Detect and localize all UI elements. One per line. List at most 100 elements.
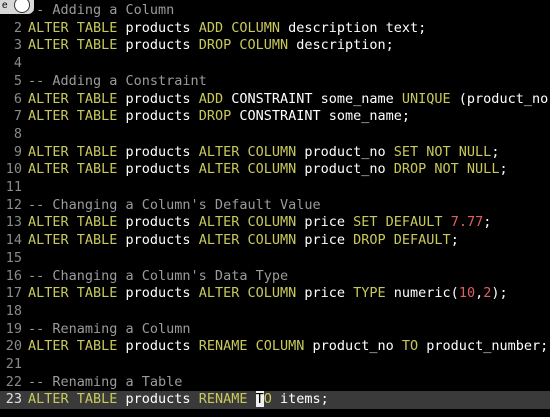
code-token-text: products bbox=[117, 108, 199, 125]
code-line[interactable]: 23 ALTER TABLE products RENAME TO items; bbox=[0, 391, 550, 410]
line-number: 17 bbox=[5, 285, 22, 302]
line-number: 3 bbox=[13, 37, 22, 54]
code-line[interactable]: 10 ALTER TABLE products ALTER COLUMN prod… bbox=[0, 161, 550, 179]
code-token-text: products bbox=[117, 214, 199, 231]
line-number: 9 bbox=[13, 143, 22, 160]
code-token-text: products bbox=[117, 90, 199, 107]
code-token-keyword: ALTER TABLE bbox=[28, 108, 118, 125]
code-line[interactable]: 20 ALTER TABLE products RENAME COLUMN pro… bbox=[0, 338, 550, 356]
code-line[interactable]: 17 ALTER TABLE products ALTER COLUMN pric… bbox=[0, 285, 550, 303]
code-token-keyword: RENAME COLUMN bbox=[198, 338, 305, 355]
line-number: 6 bbox=[13, 90, 22, 107]
code-line[interactable]: 2 ALTER TABLE products ADD COLUMN descrip… bbox=[0, 20, 550, 38]
code-token-text: product_no bbox=[304, 338, 402, 355]
code-token-keyword: ALTER TABLE bbox=[28, 338, 118, 355]
code-token-text: price bbox=[296, 232, 354, 249]
code-token-keyword: ALTER TABLE bbox=[28, 214, 118, 231]
code-token-text: products bbox=[117, 338, 199, 355]
code-line[interactable]: 5 -- Adding a Constraint bbox=[0, 73, 550, 91]
code-token-text: product_no bbox=[296, 143, 394, 160]
code-token-keyword: DROP NOT NULL bbox=[393, 161, 500, 178]
code-token-comment: -- Renaming a Column bbox=[28, 320, 191, 337]
code-line[interactable]: 1-- Adding a Column bbox=[0, 2, 550, 20]
code-token-keyword: O bbox=[263, 391, 272, 408]
code-token-text: products bbox=[117, 391, 199, 408]
code-token-comment: -- Adding a Constraint bbox=[28, 72, 207, 89]
code-token-keyword: ADD COLUMN bbox=[198, 19, 280, 36]
line-number: 15 bbox=[5, 249, 22, 266]
code-token-comment: -- Changing a Column's Default Value bbox=[28, 196, 321, 213]
code-token-keyword: ADD bbox=[198, 90, 224, 107]
code-token-text: items; bbox=[271, 391, 329, 408]
line-number: 4 bbox=[13, 55, 22, 72]
code-token-text: product_number; bbox=[418, 338, 549, 355]
code-token-number: 10 bbox=[458, 285, 476, 302]
code-token-text: description; bbox=[288, 37, 394, 54]
line-number: 20 bbox=[5, 338, 22, 355]
line-number: 5 bbox=[13, 72, 22, 89]
code-token-keyword: ALTER TABLE bbox=[28, 391, 118, 408]
code-line[interactable]: 12 -- Changing a Column's Default Value bbox=[0, 197, 550, 215]
code-token-text: ; bbox=[499, 161, 508, 178]
code-token-text: products bbox=[117, 232, 199, 249]
code-token-keyword: SET DEFAULT bbox=[353, 214, 443, 231]
code-line[interactable]: 21 bbox=[0, 356, 550, 374]
code-token-keyword: ALTER COLUMN bbox=[198, 285, 297, 302]
code-line[interactable]: 18 bbox=[0, 303, 550, 321]
code-token-text: , bbox=[475, 285, 484, 302]
code-line[interactable]: 11 bbox=[0, 179, 550, 197]
code-token-keyword: DROP bbox=[198, 108, 232, 125]
code-token-keyword: TO bbox=[401, 338, 419, 355]
code-line[interactable]: 19 -- Renaming a Column bbox=[0, 321, 550, 339]
code-token-text: CONSTRAINT some_name; bbox=[231, 108, 411, 125]
code-token-text: numeric( bbox=[385, 285, 459, 302]
line-number: 8 bbox=[13, 125, 22, 142]
code-token-keyword: RENAME bbox=[198, 391, 248, 408]
code-line[interactable]: 15 bbox=[0, 250, 550, 268]
corner-label: e bbox=[2, 0, 8, 11]
code-token-text: products bbox=[117, 161, 199, 178]
line-number: 14 bbox=[5, 232, 22, 249]
line-number: 12 bbox=[5, 196, 22, 213]
line-number: 22 bbox=[5, 373, 22, 390]
code-line[interactable]: 16 -- Changing a Column's Data Type bbox=[0, 268, 550, 286]
code-token-keyword: SET NOT NULL bbox=[393, 143, 492, 160]
line-number: 19 bbox=[5, 320, 22, 337]
code-token-text: (product_no); bbox=[458, 90, 550, 107]
line-number: 11 bbox=[5, 179, 22, 195]
code-line[interactable]: 4 bbox=[0, 55, 550, 73]
code-token-text: products bbox=[117, 143, 199, 160]
code-line[interactable]: 3 ALTER TABLE products DROP COLUMN descri… bbox=[0, 37, 550, 55]
code-editor[interactable]: 1-- Adding a Column2 ALTER TABLE products… bbox=[0, 0, 550, 417]
code-token-text: CONSTRAINT some_name bbox=[223, 90, 402, 107]
code-line[interactable]: 9 ALTER TABLE products ALTER COLUMN produ… bbox=[0, 144, 550, 162]
code-token-keyword: ALTER TABLE bbox=[28, 37, 118, 54]
code-token-keyword: ALTER COLUMN bbox=[198, 161, 297, 178]
code-token-text: ; bbox=[450, 232, 459, 249]
code-token-number: 7.77 bbox=[450, 214, 484, 231]
code-line[interactable]: 13 ALTER TABLE products ALTER COLUMN pric… bbox=[0, 214, 550, 232]
line-number: 21 bbox=[5, 356, 22, 372]
code-token-keyword: TYPE bbox=[353, 285, 386, 302]
code-token-keyword: ALTER TABLE bbox=[28, 143, 118, 160]
code-line[interactable]: 22 -- Renaming a Table bbox=[0, 374, 550, 392]
code-token-keyword: ALTER TABLE bbox=[28, 232, 118, 249]
code-line[interactable]: 14 ALTER TABLE products ALTER COLUMN pric… bbox=[0, 232, 550, 250]
code-line[interactable]: 8 bbox=[0, 126, 550, 144]
line-number: 16 bbox=[5, 267, 22, 284]
code-token-keyword: ALTER TABLE bbox=[28, 19, 118, 36]
line-number: 18 bbox=[5, 302, 22, 319]
code-token-comment: -- Changing a Column's Data Type bbox=[28, 267, 289, 284]
code-token-text: ; bbox=[483, 214, 492, 231]
window-corner: e bbox=[0, 0, 34, 14]
code-line[interactable]: 6 ALTER TABLE products ADD CONSTRAINT som… bbox=[0, 91, 550, 109]
line-number: 10 bbox=[5, 161, 22, 178]
code-token-text: ; bbox=[491, 143, 500, 160]
code-token-keyword: ALTER TABLE bbox=[28, 285, 118, 302]
code-token-comment: -- Renaming a Table bbox=[28, 373, 183, 390]
code-line[interactable]: 7 ALTER TABLE products DROP CONSTRAINT so… bbox=[0, 108, 550, 126]
code-token-text: price bbox=[296, 214, 354, 231]
circle-icon[interactable] bbox=[14, 0, 30, 13]
code-token-keyword: ALTER COLUMN bbox=[198, 232, 297, 249]
